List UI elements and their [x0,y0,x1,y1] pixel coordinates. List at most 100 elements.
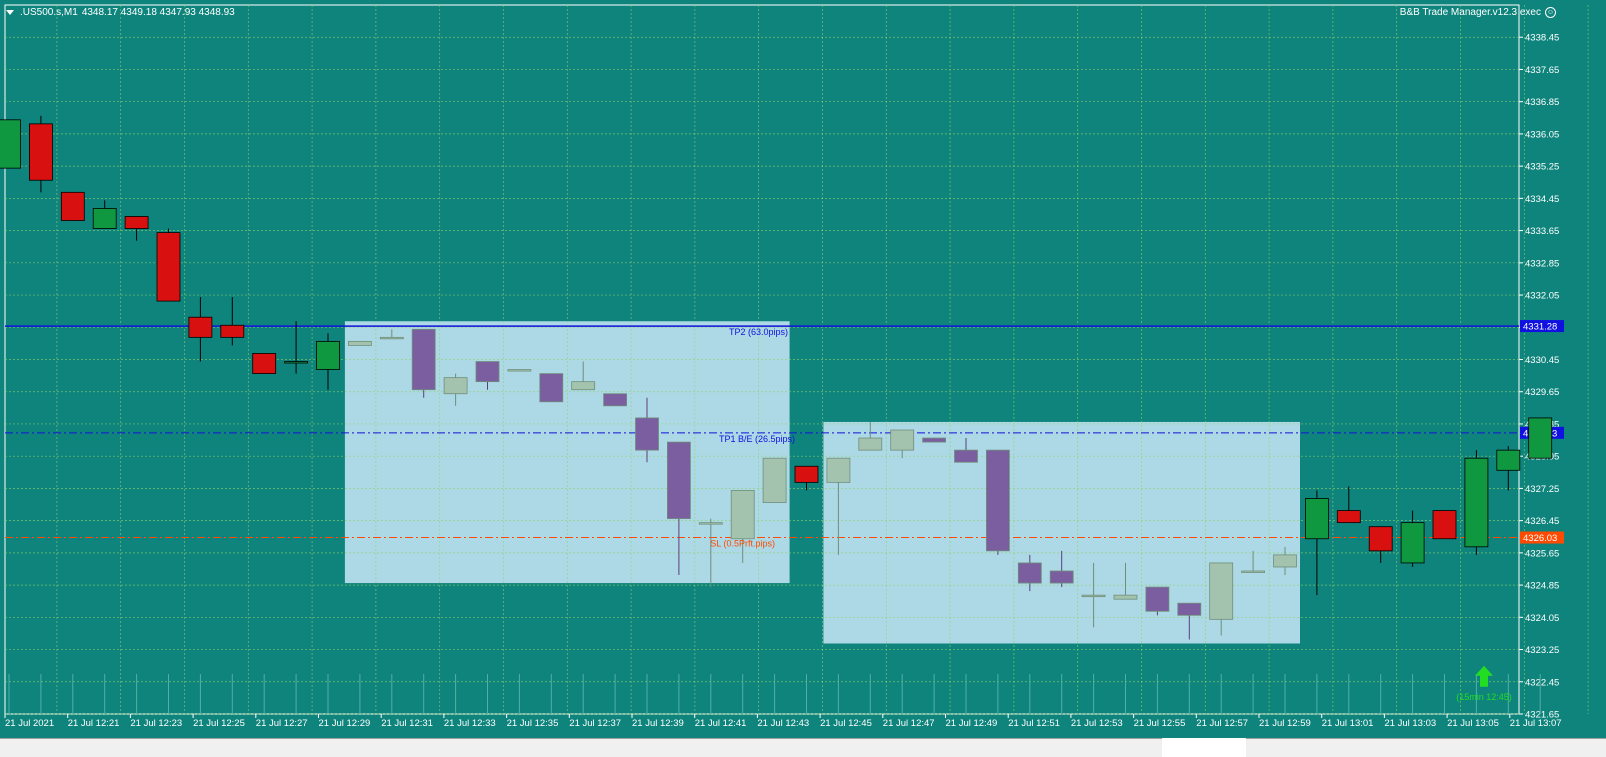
time-tick-label: 21 Jul 12:49 [946,718,998,729]
price-tick-label: 4330.45 [1525,355,1559,366]
price-tick-label: 4336.05 [1525,129,1559,140]
bottom-scrollbar-right[interactable] [1246,738,1606,757]
tp2-price-tag-label: 4331.28 [1523,322,1557,333]
bull-candle [347,340,372,346]
bull-candle [1209,562,1234,620]
bear-candle [28,123,53,181]
bear-candle [635,417,659,451]
time-tick-label: 21 Jul 12:37 [569,718,621,729]
signal-label: (15min 12:45) [1456,692,1512,702]
bear-candle [1432,510,1457,540]
price-tick-label: 4336.85 [1525,97,1559,108]
bear-candle [188,316,213,338]
time-tick-label: 21 Jul 13:05 [1447,718,1499,729]
bear-candle [411,328,436,391]
bull-candle [92,208,117,229]
time-tick-label: 21 Jul 13:03 [1384,718,1436,729]
bull-candle [1113,594,1138,600]
bear-candle [1177,602,1202,616]
bear-candle [156,232,181,302]
price-tick-label: 4334.45 [1525,194,1559,205]
time-tick-label: 21 Jul 2021 [5,718,54,729]
chart-menu-arrow-icon[interactable] [6,9,14,15]
bear-candle [794,465,819,483]
sl-label: SL (0.5Prft.pips) [710,539,775,549]
bear-candle [539,373,564,403]
bear-candle [986,449,1010,552]
time-tick-label: 21 Jul 12:47 [883,718,935,729]
bear-candle [922,437,946,443]
time-tick-label: 21 Jul 12:23 [130,718,182,729]
time-tick-label: 21 Jul 12:35 [507,718,559,729]
chart-window[interactable]: 4338.45 4337.65 4336.85 4336.05 4335.25 4334.… [0,0,1606,738]
bull-candle [316,340,340,370]
price-tick-label: 4325.65 [1525,548,1559,559]
time-tick-label: 21 Jul 12:51 [1008,718,1060,729]
bull-candle [698,522,723,525]
price-tick-label: 4329.65 [1525,387,1559,398]
price-tick-label: 4337.65 [1525,65,1559,76]
time-tick-label: 21 Jul 12:39 [632,718,684,729]
time-tick-label: 21 Jul 12:53 [1071,718,1123,729]
price-tick-label: 4324.85 [1525,581,1559,592]
time-tick-label: 21 Jul 12:57 [1196,718,1248,729]
bear-candle [603,393,627,407]
time-tick-label: 21 Jul 12:41 [695,718,747,729]
bull-candle [762,457,787,503]
time-tick-label: 21 Jul 12:55 [1134,718,1186,729]
time-tick-label: 21 Jul 12:33 [444,718,496,729]
bull-candle [0,119,21,169]
bear-candle [1145,586,1170,612]
bull-candle [858,437,883,451]
bear-candle [220,324,245,338]
time-tick-label: 21 Jul 12:25 [193,718,245,729]
price-tick-label: 4326.45 [1525,516,1559,527]
sl-price-tag-label: 4326.03 [1523,533,1557,544]
price-tick-label: 4333.65 [1525,226,1559,237]
bull-candle [379,336,404,340]
chart-header: .US500.s,M1 4348.17 4349.18 4347.93 4348… [6,4,235,20]
time-tick-label: 21 Jul 12:31 [381,718,433,729]
price-tick-label: 4338.45 [1525,33,1559,44]
bull-candle [1496,449,1521,471]
bull-candle [1273,554,1297,568]
time-tick-label: 21 Jul 13:01 [1322,718,1374,729]
bear-candle [1336,510,1361,524]
bull-candle [1464,457,1489,548]
time-tick-label: 21 Jul 12:59 [1259,718,1311,729]
price-tick-label: 4324.05 [1525,613,1559,624]
price-chart[interactable]: 4338.45 4337.65 4336.85 4336.05 4335.25 4334.… [0,0,1606,738]
bear-candle [1049,570,1074,584]
bull-candle [571,381,596,391]
buy-arrow-icon [1475,665,1493,687]
time-tick-label: 21 Jul 12:29 [319,718,371,729]
price-tick-label: 4332.05 [1525,291,1559,302]
bull-candle [826,457,851,483]
bottom-scrollbar-left[interactable] [0,738,1162,757]
bull-candle [443,377,468,395]
bear-candle [60,191,85,221]
tp1-label: TP1 B/E (26.5pips) [719,434,795,444]
bull-candle [890,429,915,451]
expert-advisor-label[interactable]: B&B Trade Manager.v12.3 exec ☺ [1400,4,1556,20]
bull-candle [1400,522,1425,564]
bear-candle [1368,526,1393,552]
price-tick-label: 4332.85 [1525,258,1559,269]
expert-advisor-name: B&B Trade Manager.v12.3 exec [1399,6,1541,18]
bear-candle [124,216,149,229]
bear-candle [954,449,978,463]
symbol-name: .US500.s,M1 [20,6,78,18]
bull-candle [507,369,532,372]
bear-candle [252,353,277,374]
bull-candle [1305,498,1329,540]
bear-candle [667,441,691,520]
time-tick-label: 21 Jul 13:07 [1510,718,1562,729]
smiley-icon: ☺ [1545,6,1556,18]
ohlc-values: 4348.17 4349.18 4347.93 4348.93 [81,6,235,18]
bull-candle [1081,594,1106,598]
price-tick-label: 4327.25 [1525,484,1559,495]
bull-candle [1528,417,1553,459]
bull-candle [1241,570,1265,573]
price-tick-label: 4335.25 [1525,162,1559,173]
time-tick-label: 21 Jul 12:45 [820,718,872,729]
